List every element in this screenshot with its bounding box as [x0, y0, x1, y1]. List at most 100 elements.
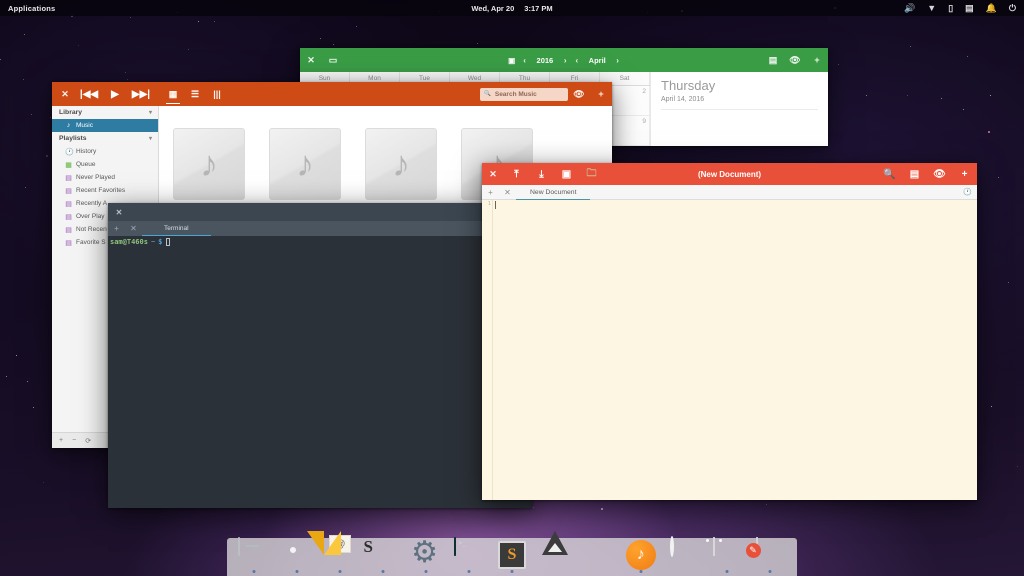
- battery-icon[interactable]: ▯: [948, 3, 953, 13]
- editor-titlebar[interactable]: ✕ ⤒ ⤓ ▣ 🗀 (New Document) 🔍 ▤ 👁 +: [482, 163, 977, 185]
- dock[interactable]: @ ⚙ S ♪: [227, 531, 797, 576]
- dock-item-mail[interactable]: @: [307, 531, 358, 574]
- menu-icon[interactable]: ▤: [762, 48, 784, 72]
- search-input[interactable]: 🔍 Search Music: [480, 87, 568, 101]
- calendar-titlebar[interactable]: ✕ ▭ ▣ ‹ 2016 › ‹ April › ▤ 👁 +: [300, 48, 828, 72]
- dock-item-terminal[interactable]: [452, 536, 487, 574]
- calendar-month: April: [588, 55, 606, 65]
- search-icon[interactable]: 🔍: [877, 163, 902, 185]
- close-icon[interactable]: ✕: [482, 163, 504, 185]
- today-icon[interactable]: ▣: [508, 56, 515, 65]
- terminal-output[interactable]: sam@T460s ~ $: [108, 236, 532, 508]
- panel-clock[interactable]: Wed, Apr 20 3:17 PM: [471, 4, 552, 13]
- remove-playlist-icon[interactable]: −: [72, 437, 76, 444]
- photos-icon: [581, 538, 615, 572]
- printer-icon[interactable]: ▤: [965, 3, 974, 13]
- terminal-tabbar[interactable]: + ✕ Terminal: [108, 221, 532, 236]
- calendar-selected-day-name: Thursday: [661, 78, 716, 93]
- terminal-titlebar[interactable]: ✕: [108, 203, 532, 221]
- editor-window[interactable]: ✕ ⤒ ⤓ ▣ 🗀 (New Document) 🔍 ▤ 👁 + + ✕ New…: [482, 163, 977, 500]
- power-icon[interactable]: ⏻: [1009, 3, 1016, 13]
- album-tile[interactable]: ♪: [365, 128, 437, 200]
- sidebar-item-queue[interactable]: ▦ Queue: [52, 158, 158, 171]
- mail-icon: @: [307, 531, 357, 572]
- applications-menu[interactable]: Applications: [8, 4, 55, 13]
- editor-body[interactable]: 1: [482, 200, 977, 500]
- volume-icon[interactable]: 🔊: [904, 3, 915, 13]
- view-list-icon[interactable]: ☰: [184, 82, 206, 106]
- chevron-down-icon[interactable]: ▾: [149, 135, 152, 142]
- maximize-icon[interactable]: 👁: [568, 82, 590, 106]
- note-icon: ♪: [66, 122, 71, 129]
- sidebar-item-never-played[interactable]: ▤ Never Played: [52, 171, 158, 184]
- chevron-down-icon[interactable]: ▾: [149, 109, 152, 116]
- add-icon[interactable]: +: [590, 82, 612, 106]
- editor-tab[interactable]: New Document: [516, 185, 591, 200]
- notifications-icon[interactable]: 🔔: [986, 3, 997, 13]
- dock-item-inkscape[interactable]: [537, 536, 572, 574]
- add-event-icon[interactable]: +: [806, 48, 828, 72]
- maximize-icon[interactable]: 👁: [784, 48, 806, 72]
- sidebar-item-music[interactable]: ♪ Music: [52, 119, 158, 132]
- close-icon[interactable]: ✕: [300, 48, 322, 72]
- repeat-icon[interactable]: ⟳: [85, 437, 91, 445]
- dock-item-photos[interactable]: [580, 536, 615, 574]
- previous-track-icon[interactable]: |◀◀: [76, 82, 102, 106]
- menu-icon[interactable]: ▤: [902, 163, 927, 185]
- maximize-icon[interactable]: 👁: [927, 163, 952, 185]
- prev-year-button[interactable]: ‹: [522, 56, 527, 65]
- save-icon[interactable]: ⤒: [504, 163, 529, 185]
- dock-item-browser[interactable]: [666, 536, 701, 574]
- calendar-navigation[interactable]: ▣ ‹ 2016 › ‹ April ›: [508, 56, 620, 65]
- close-tab-icon[interactable]: ✕: [125, 224, 142, 233]
- open-icon[interactable]: ⤓: [529, 163, 554, 185]
- next-year-button[interactable]: ›: [563, 56, 568, 65]
- new-tab-icon[interactable]: +: [108, 224, 125, 233]
- revert-icon[interactable]: ▣: [554, 163, 579, 185]
- view-grid-icon[interactable]: ▦: [162, 82, 184, 106]
- dock-item-slack[interactable]: [366, 536, 401, 574]
- playlists-header-label: Playlists: [59, 135, 87, 142]
- network-icon[interactable]: ▼: [927, 3, 936, 13]
- dock-item-settings[interactable]: ⚙: [409, 536, 444, 574]
- sidebar-item-label: History: [76, 148, 97, 155]
- dock-item-calendar[interactable]: [705, 536, 744, 574]
- terminal-window[interactable]: ✕ + ✕ Terminal sam@T460s ~ $: [108, 203, 532, 508]
- clock-icon[interactable]: 🕐: [963, 188, 972, 196]
- music-titlebar[interactable]: ✕ |◀◀ ▶ ▶▶| ▦ ☰ ||| 🔍 Search Music 👁 +: [52, 82, 612, 106]
- calendar-day-sidebar: Thursday April 14, 2016: [650, 72, 828, 146]
- orb-icon: [667, 536, 701, 572]
- terminal-prompt-symbol: $: [158, 238, 163, 246]
- dock-item-music[interactable]: ♪: [623, 536, 658, 574]
- add-playlist-icon[interactable]: +: [59, 437, 63, 444]
- sidebar-item-recent-favorites[interactable]: ▤ Recent Favorites: [52, 184, 158, 197]
- library-header[interactable]: Library ▾: [52, 106, 158, 119]
- files-icon: [237, 537, 271, 572]
- add-icon[interactable]: +: [952, 163, 977, 185]
- sidebar-item-history[interactable]: 🕐 History: [52, 145, 158, 158]
- editor-text-area[interactable]: [492, 200, 977, 500]
- next-track-icon[interactable]: ▶▶|: [128, 82, 154, 106]
- view-columns-icon[interactable]: |||: [206, 82, 228, 106]
- search-placeholder: Search Music: [494, 90, 537, 98]
- new-window-icon[interactable]: ▭: [322, 48, 344, 72]
- editor-tabbar[interactable]: + ✕ New Document 🕐: [482, 185, 977, 200]
- next-month-button[interactable]: ›: [615, 56, 620, 65]
- play-icon[interactable]: ▶: [102, 82, 128, 106]
- dock-item-sublime[interactable]: S: [495, 536, 530, 574]
- new-tab-icon[interactable]: +: [482, 188, 499, 197]
- album-tile[interactable]: ♪: [173, 128, 245, 200]
- dock-item-editor[interactable]: [752, 536, 787, 574]
- close-icon[interactable]: ✕: [108, 203, 130, 221]
- text-caret: [495, 201, 496, 209]
- dock-item-files[interactable]: [237, 536, 272, 574]
- playlists-header[interactable]: Playlists ▾: [52, 132, 158, 145]
- terminal-tab[interactable]: Terminal: [142, 221, 211, 236]
- playlist-icon: ▤: [65, 187, 72, 195]
- close-tab-icon[interactable]: ✕: [499, 188, 516, 197]
- folder-icon[interactable]: 🗀: [579, 163, 604, 185]
- close-icon[interactable]: ✕: [54, 82, 76, 106]
- search-icon: 🔍: [484, 91, 491, 97]
- prev-month-button[interactable]: ‹: [575, 56, 580, 65]
- album-tile[interactable]: ♪: [269, 128, 341, 200]
